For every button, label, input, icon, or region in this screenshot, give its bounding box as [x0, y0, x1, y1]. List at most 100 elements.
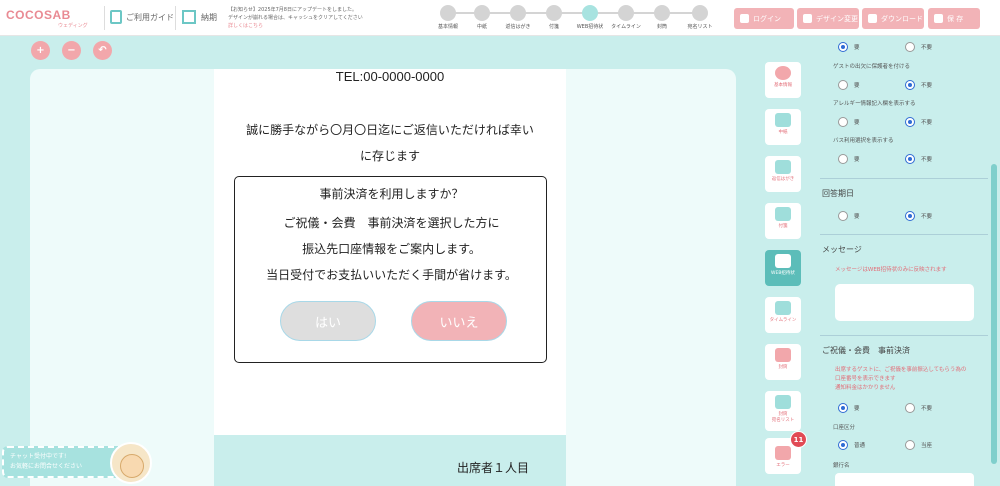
account-type-label: 口座区分: [833, 425, 856, 431]
step-label: 封筒: [656, 24, 667, 30]
radio-no[interactable]: [905, 80, 915, 90]
prepayment-box: 事前決済を利用しますか？ ご祝儀・会費 事前決済を選択した方に 振込先口座情報を…: [234, 176, 547, 363]
radio-row: 要: [838, 211, 860, 221]
change-design-label: デザイン変更: [816, 14, 858, 23]
prepay-note: 出席するゲストに、ご祝儀を事前振込してもらう為の: [835, 367, 967, 373]
book-icon: [110, 10, 122, 24]
guide-link[interactable]: ご利用ガイド: [126, 12, 174, 23]
change-design-button[interactable]: デザイン変更: [797, 8, 859, 29]
warning-icon: [775, 446, 791, 460]
info-icon: [775, 66, 791, 80]
step-dot: [546, 5, 562, 21]
radio-row: 不要: [905, 403, 932, 413]
radio-yes[interactable]: [838, 154, 848, 164]
step-timeline[interactable]: タイムライン: [606, 5, 646, 30]
nav-envelope[interactable]: 封筒: [765, 344, 801, 380]
mascot-face-icon: [120, 454, 144, 478]
nav-label: 付箋: [778, 224, 788, 229]
card-footer: 出席者１人目: [214, 435, 566, 486]
radio-label: 要: [854, 83, 860, 89]
radio-label: 要: [854, 406, 860, 412]
step-dot: [654, 5, 670, 21]
radio-row: 不要: [905, 117, 932, 127]
save-button[interactable]: 保 存: [928, 8, 980, 29]
radio-no[interactable]: [905, 42, 915, 52]
nav-label: エラー: [776, 463, 790, 468]
step-dot: [440, 5, 456, 21]
radio-yes[interactable]: [838, 211, 848, 221]
download-button[interactable]: ダウンロード: [862, 8, 924, 29]
address-list-icon: [775, 395, 791, 409]
scrollbar-thumb[interactable]: [991, 164, 997, 464]
radio-no[interactable]: [905, 154, 915, 164]
nav-label: 封筒: [778, 365, 788, 370]
timeline-icon: [775, 301, 791, 315]
deadline-link[interactable]: 納期: [201, 12, 217, 23]
zoom-out-button[interactable]: −: [62, 41, 81, 60]
step-dot: [582, 5, 598, 21]
radio-row: 不要: [905, 42, 932, 52]
update-notice: 【お知らせ】2025年7月8日にアップデートをしました。 デザインが崩れる場合は…: [228, 6, 378, 30]
notice-line: デザインが崩れる場合は、キャッシュをクリアしてください: [228, 15, 363, 21]
radio-label: 要: [854, 157, 860, 163]
save-label: 保 存: [947, 14, 964, 23]
nav-web-invitation[interactable]: WEB招待状: [765, 250, 801, 286]
no-button[interactable]: いいえ: [411, 301, 507, 341]
radio-row: 不要: [905, 80, 932, 90]
nav-tag[interactable]: 付箋: [765, 203, 801, 239]
zoom-in-button[interactable]: +: [31, 41, 50, 60]
nav-inner-paper[interactable]: 中紙: [765, 109, 801, 145]
step-dot: [510, 5, 526, 21]
yes-button[interactable]: はい: [280, 301, 376, 341]
radio-row: 普通: [838, 440, 865, 450]
radio-label: 不要: [921, 45, 933, 51]
radio-no[interactable]: [905, 117, 915, 127]
nav-basic-info[interactable]: 基本情報: [765, 62, 801, 98]
radio-row: 不要: [905, 211, 932, 221]
radio-no[interactable]: [905, 403, 915, 413]
radio-yes[interactable]: [838, 42, 848, 52]
radio-account-current[interactable]: [905, 440, 915, 450]
nav-timeline[interactable]: タイムライン: [765, 297, 801, 333]
progress-steps: 基本情報 中紙 返信はがき 付箋 WEB招待状 タイムライン 封筒 宛名リスト: [420, 4, 720, 34]
radio-label: 要: [854, 45, 860, 51]
nav-address-list[interactable]: 封筒 宛名リスト: [765, 391, 801, 431]
step-dot: [474, 5, 490, 21]
step-tag[interactable]: 付箋: [534, 5, 574, 30]
undo-button[interactable]: ↶: [93, 41, 112, 60]
card-message-line: 誠に勝手ながら〇月〇日迄にご返信いただければ幸い: [246, 123, 534, 137]
step-reply-card[interactable]: 返信はがき: [498, 5, 538, 30]
notice-line: 【お知らせ】2025年7月8日にアップデートをしました。: [228, 7, 357, 13]
brand-logo[interactable]: COCOSAB: [6, 8, 71, 22]
undo-icon: ↶: [98, 45, 107, 56]
radio-yes[interactable]: [838, 117, 848, 127]
login-label: ログイン: [753, 14, 781, 23]
nav-label: 中紙: [778, 130, 788, 135]
step-address-list[interactable]: 宛名リスト: [680, 5, 720, 30]
panel-scrollbar[interactable]: [991, 40, 997, 486]
chat-line: チャット受付中です!: [10, 453, 67, 460]
radio-account-normal[interactable]: [838, 440, 848, 450]
nav-reply-card[interactable]: 返信はがき: [765, 156, 801, 192]
radio-label: 不要: [921, 120, 933, 126]
zoom-out-icon: −: [67, 45, 76, 56]
invitation-card: TEL:00-0000-0000 誠に勝手ながら〇月〇日迄にご返信いただければ幸…: [214, 69, 566, 486]
step-envelope[interactable]: 封筒: [642, 5, 682, 30]
step-inner-paper[interactable]: 中紙: [462, 5, 502, 30]
radio-yes[interactable]: [838, 403, 848, 413]
step-label: タイムライン: [611, 24, 641, 30]
notice-details-link[interactable]: 詳しくはこちら: [228, 22, 378, 30]
attendee-label: 出席者１人目: [457, 461, 530, 475]
bank-name-input[interactable]: [835, 473, 974, 486]
prepayment-info-line: 振込先口座情報をご案内します。: [302, 242, 481, 256]
message-textarea[interactable]: [835, 284, 974, 321]
chat-bubble[interactable]: チャット受付中です! お気軽にお問合せください: [2, 446, 124, 478]
radio-label: 当座: [921, 443, 933, 449]
radio-row: 要: [838, 117, 860, 127]
chat-avatar[interactable]: [110, 442, 152, 484]
prepayment-info-line: ご祝儀・会費 事前決済を選択した方に: [283, 216, 500, 230]
radio-yes[interactable]: [838, 80, 848, 90]
login-button[interactable]: ログイン: [734, 8, 794, 29]
radio-no[interactable]: [905, 211, 915, 221]
step-web-invitation[interactable]: WEB招待状: [570, 5, 610, 30]
